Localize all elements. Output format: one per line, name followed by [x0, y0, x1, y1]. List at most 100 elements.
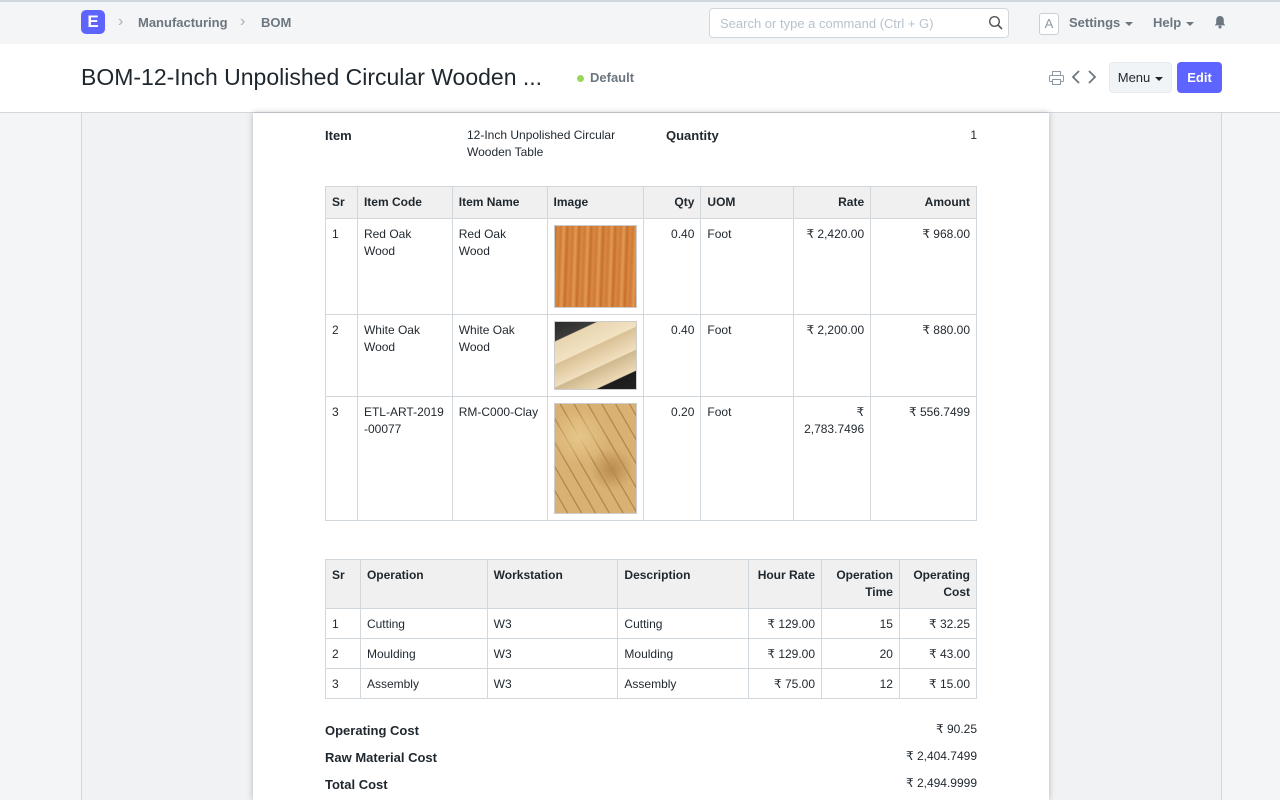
- raw-material-cost-label: Raw Material Cost: [325, 750, 437, 765]
- item-code-cell: ETL-ART-2019-00077: [356, 396, 453, 521]
- total-cost-value: ₹ 2,494.9999: [905, 776, 977, 790]
- operating-cost-cell: ₹ 32.25: [898, 608, 978, 639]
- table-header-row: Sr Operation Workstation Description Hou…: [325, 559, 978, 609]
- edit-button[interactable]: Edit: [1177, 62, 1222, 93]
- image-cell: [546, 396, 644, 521]
- item-code-cell: Red Oak Wood: [356, 218, 453, 315]
- table-header-row: Sr Item Code Item Name Image Qty UOM Rat…: [325, 186, 977, 219]
- quantity-label: Quantity: [666, 128, 719, 143]
- column-header: Sr: [325, 186, 358, 219]
- column-header: Item Code: [356, 186, 453, 219]
- item-name-cell: Red Oak Wood: [451, 218, 548, 315]
- operating-cost-value: ₹ 90.25: [936, 722, 977, 736]
- sr-cell: 3: [325, 668, 361, 699]
- search-input[interactable]: [710, 9, 970, 37]
- operation-time-cell: 20: [821, 638, 900, 669]
- operating-cost-cell: ₹ 15.00: [898, 668, 978, 699]
- qty-cell: 0.40: [642, 314, 702, 397]
- rate-cell: ₹ 2,200.00: [793, 314, 872, 397]
- item-label: Item: [325, 128, 352, 143]
- caret-down-icon: [1186, 21, 1195, 26]
- breadcrumb-bom[interactable]: BOM: [261, 15, 291, 30]
- help-label: Help: [1153, 15, 1182, 30]
- sr-cell: 1: [325, 218, 358, 315]
- help-dropdown[interactable]: Help: [1153, 15, 1195, 30]
- previous-record-icon[interactable]: [1070, 69, 1082, 85]
- white-oak-wood-image: [553, 321, 637, 390]
- operation-time-cell: 12: [821, 668, 900, 699]
- rate-cell: ₹ 2,420.00: [793, 218, 872, 315]
- print-icon[interactable]: [1049, 71, 1064, 85]
- breadcrumb-chevron-icon: ›: [240, 13, 246, 30]
- item-name-cell: RM-C000-Clay: [451, 396, 548, 521]
- uom-cell: Foot: [700, 314, 795, 397]
- amount-cell: ₹ 880.00: [870, 314, 977, 397]
- column-header: Image: [546, 186, 644, 219]
- hour-rate-cell: ₹ 129.00: [748, 638, 823, 669]
- status-badge: Default: [590, 70, 635, 85]
- operation-cell: Assembly: [359, 668, 488, 699]
- amount-cell: ₹ 968.00: [870, 218, 977, 315]
- item-value-line: 12-Inch Unpolished Circular: [467, 128, 616, 142]
- page-head: BOM-12-Inch Unpolished Circular Wooden .…: [0, 44, 1280, 113]
- page-title: BOM-12-Inch Unpolished Circular Wooden .…: [81, 64, 543, 90]
- status-indicator-dot: [577, 75, 584, 82]
- column-header: Workstation: [486, 559, 619, 609]
- notification-bell-icon[interactable]: [1213, 15, 1227, 29]
- column-header: Rate: [793, 186, 872, 219]
- caret-down-icon: [1155, 76, 1164, 81]
- search-icon[interactable]: [988, 15, 1004, 31]
- item-value-line: Wooden Table: [467, 145, 544, 159]
- column-header: Qty: [642, 186, 702, 219]
- menu-button[interactable]: Menu: [1109, 62, 1172, 93]
- next-record-icon[interactable]: [1086, 69, 1098, 85]
- column-header: Description: [617, 559, 750, 609]
- amount-cell: ₹ 556.7499: [870, 396, 977, 521]
- column-header: Sr: [325, 559, 361, 609]
- quantity-value: 1: [970, 128, 977, 142]
- caret-down-icon: [1125, 21, 1134, 26]
- clay-image: [553, 403, 637, 514]
- menu-label: Menu: [1117, 70, 1151, 85]
- column-header: Operating Cost: [898, 559, 978, 609]
- image-cell: [546, 314, 644, 397]
- description-cell: Cutting: [617, 608, 750, 639]
- hour-rate-cell: ₹ 75.00: [748, 668, 823, 699]
- description-cell: Assembly: [617, 668, 750, 699]
- column-header: UOM: [700, 186, 795, 219]
- operating-cost-label: Operating Cost: [325, 723, 419, 738]
- items-table: Sr Item Code Item Name Image Qty UOM Rat…: [325, 186, 977, 521]
- column-header: Item Name: [451, 186, 548, 219]
- search-box: [709, 8, 1009, 38]
- table-row: 2 Moulding W3 Moulding ₹ 129.00 20 ₹ 43.…: [325, 638, 978, 669]
- operation-cell: Cutting: [359, 608, 488, 639]
- qty-cell: 0.40: [642, 218, 702, 315]
- table-row: 3 ETL-ART-2019-00077 RM-C000-Clay 0.20 F…: [325, 396, 977, 521]
- breadcrumb-chevron-icon: ›: [118, 13, 124, 30]
- app-logo[interactable]: E: [81, 10, 105, 34]
- operation-time-cell: 15: [821, 608, 900, 639]
- table-row: 1 Red Oak Wood Red Oak Wood 0.40 Foot ₹ …: [325, 218, 977, 315]
- sr-cell: 2: [325, 314, 358, 397]
- red-oak-wood-image: [553, 225, 637, 308]
- uom-cell: Foot: [700, 396, 795, 521]
- settings-label: Settings: [1069, 15, 1121, 30]
- navbar: E › Manufacturing › BOM A Settings Help: [0, 0, 1280, 44]
- settings-dropdown[interactable]: Settings: [1069, 15, 1134, 30]
- avatar[interactable]: A: [1039, 13, 1059, 35]
- table-row: 3 Assembly W3 Assembly ₹ 75.00 12 ₹ 15.0…: [325, 668, 978, 699]
- qty-cell: 0.20: [642, 396, 702, 521]
- item-code-cell: White Oak Wood: [356, 314, 453, 397]
- sr-cell: 2: [325, 638, 361, 669]
- operating-cost-cell: ₹ 43.00: [898, 638, 978, 669]
- rate-cell: ₹ 2,783.7496: [793, 396, 872, 521]
- column-header: Amount: [870, 186, 977, 219]
- column-header: Hour Rate: [748, 559, 823, 609]
- sr-cell: 3: [325, 396, 358, 521]
- breadcrumb-manufacturing[interactable]: Manufacturing: [138, 15, 228, 30]
- column-header: Operation: [359, 559, 488, 609]
- item-value: 12-Inch Unpolished Circular Wooden Table: [467, 127, 615, 161]
- sr-cell: 1: [325, 608, 361, 639]
- uom-cell: Foot: [700, 218, 795, 315]
- description-cell: Moulding: [617, 638, 750, 669]
